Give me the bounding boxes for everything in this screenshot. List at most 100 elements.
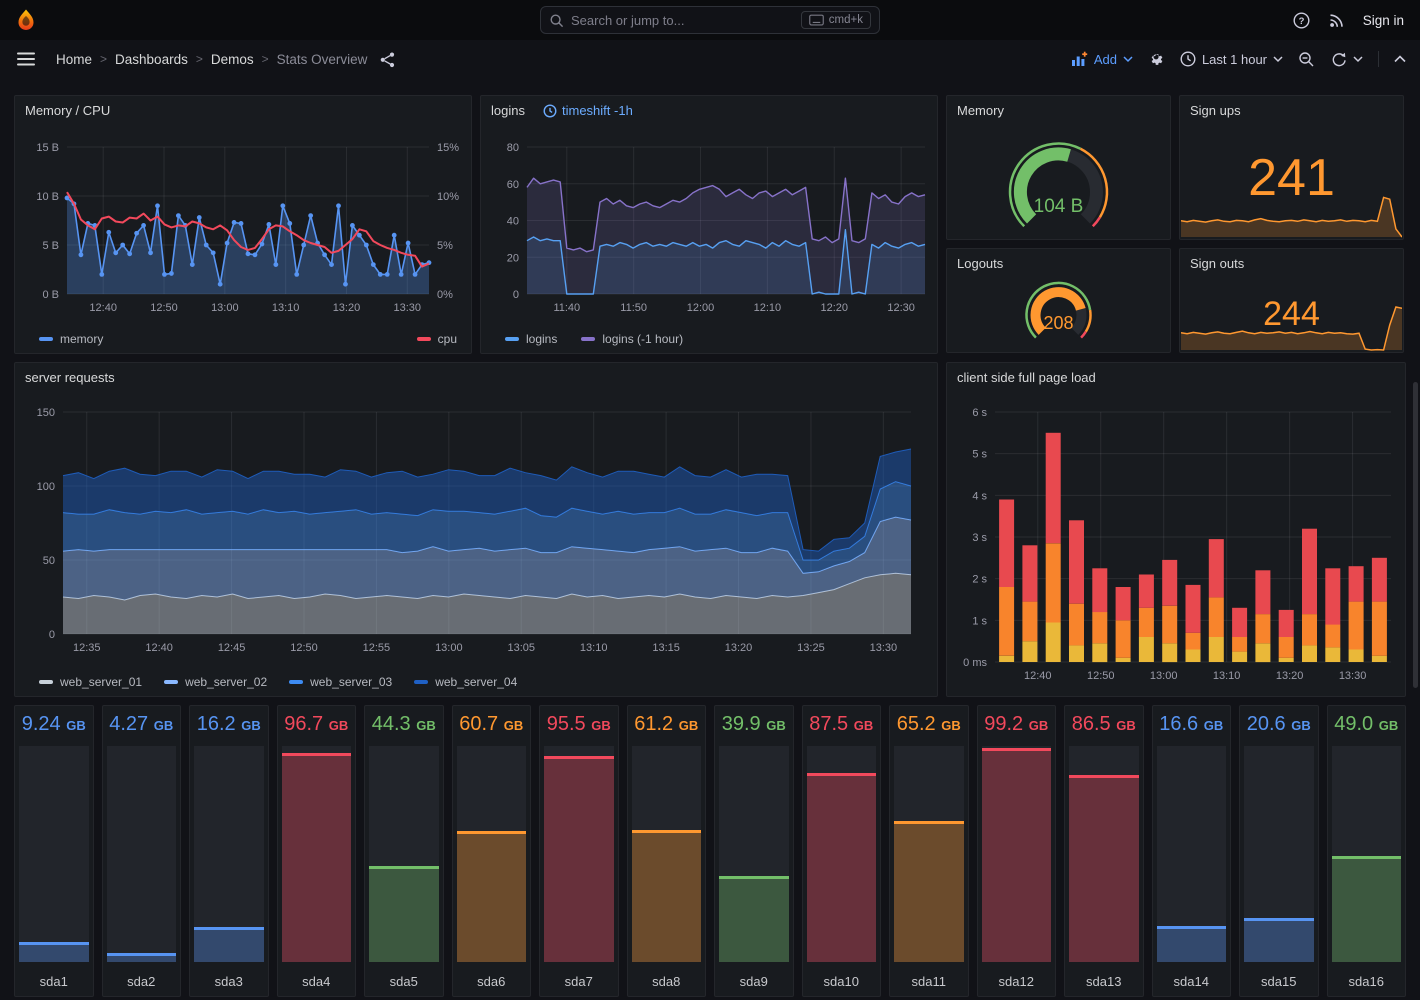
disk-bar-track[interactable] xyxy=(982,746,1052,962)
disk-bar-track[interactable] xyxy=(632,746,702,962)
svg-text:5 s: 5 s xyxy=(972,449,987,461)
disk-bar-cap xyxy=(1332,856,1402,859)
disk-label: sda2 xyxy=(103,974,181,989)
panel-title[interactable]: logins xyxy=(491,103,525,118)
panel-page-load: client side full page load 6 s5 s4 s3 s2… xyxy=(946,362,1406,697)
legend-item-logins[interactable]: logins xyxy=(505,332,557,346)
disk-bar-cap xyxy=(544,756,614,759)
breadcrumb: Home > Dashboards > Demos > Stats Overvi… xyxy=(56,52,367,67)
dashboard-settings-button[interactable] xyxy=(1148,51,1165,68)
legend-item-memory[interactable]: memory xyxy=(39,332,103,346)
disk-bar-track[interactable] xyxy=(719,746,789,962)
grafana-logo[interactable] xyxy=(14,8,38,32)
svg-text:12:40: 12:40 xyxy=(89,302,117,314)
zoom-out-button[interactable] xyxy=(1298,51,1315,68)
legend-item-web_server_04[interactable]: web_server_04 xyxy=(414,675,517,689)
kiosk-mode-button[interactable] xyxy=(1394,55,1406,63)
disk-bar-track[interactable] xyxy=(1244,746,1314,962)
legend-item-web_server_02[interactable]: web_server_02 xyxy=(164,675,267,689)
disk-panel-sda13: 86.5 GBsda13 xyxy=(1064,705,1144,997)
add-button[interactable]: Add xyxy=(1071,51,1133,67)
legend-item-cpu[interactable]: cpu xyxy=(417,332,457,346)
stat-value: 241 xyxy=(1180,152,1403,204)
panel-title[interactable]: Sign outs xyxy=(1190,256,1244,271)
disk-bar-track[interactable] xyxy=(282,746,352,962)
page-load-chart[interactable]: 6 s5 s4 s3 s2 s1 s0 ms12:4012:5013:0013:… xyxy=(947,363,1405,696)
disk-value: 65.2 GB xyxy=(890,713,968,736)
panel-server-requests: server requests 15010050012:3512:4012:45… xyxy=(14,362,938,697)
disk-bar-track[interactable] xyxy=(369,746,439,962)
sign-in-link[interactable]: Sign in xyxy=(1363,13,1404,28)
svg-text:13:30: 13:30 xyxy=(870,642,898,654)
svg-text:12:40: 12:40 xyxy=(145,642,173,654)
svg-text:100: 100 xyxy=(37,481,55,493)
disk-bar-track[interactable] xyxy=(894,746,964,962)
legend-label: web_server_04 xyxy=(435,675,517,689)
svg-text:13:00: 13:00 xyxy=(1150,670,1178,682)
svg-text:13:15: 13:15 xyxy=(652,642,680,654)
disk-bar-track[interactable] xyxy=(1157,746,1227,962)
disk-label: sda8 xyxy=(628,974,706,989)
svg-text:12:40: 12:40 xyxy=(1024,670,1052,682)
legend-swatch xyxy=(39,680,53,684)
timeshift-badge[interactable]: timeshift -1h xyxy=(543,103,633,118)
breadcrumb-home[interactable]: Home xyxy=(56,52,92,67)
memory-cpu-chart[interactable]: 15 B15%10 B10%5 B5%0 B0%12:4012:5013:001… xyxy=(15,96,471,321)
search-input[interactable]: Search or jump to... cmd+k xyxy=(540,6,880,34)
chevron-down-icon xyxy=(1123,56,1133,63)
panel-title[interactable]: server requests xyxy=(25,370,115,385)
disk-bar-track[interactable] xyxy=(194,746,264,962)
svg-text:6 s: 6 s xyxy=(972,407,987,419)
disk-label: sda14 xyxy=(1153,974,1231,989)
svg-text:0 ms: 0 ms xyxy=(963,657,987,669)
topnav-actions: ? Sign in xyxy=(1293,0,1404,40)
panel-memory-cpu: Memory / CPU 15 B15%10 B10%5 B5%0 B0%12:… xyxy=(14,95,472,354)
gauge-value: 208 xyxy=(947,313,1170,334)
breadcrumb-demos[interactable]: Demos xyxy=(211,52,254,67)
breadcrumb-separator: > xyxy=(196,52,203,66)
share-button[interactable] xyxy=(379,51,396,68)
breadcrumb-dashboards[interactable]: Dashboards xyxy=(115,52,188,67)
gear-icon xyxy=(1148,51,1165,68)
disk-panel-sda2: 4.27 GBsda2 xyxy=(102,705,182,997)
help-button[interactable]: ? xyxy=(1293,12,1310,29)
disk-bar-track[interactable] xyxy=(1069,746,1139,962)
legend-swatch xyxy=(505,337,519,341)
legend-item-logins (-1 hour)[interactable]: logins (-1 hour) xyxy=(581,332,683,346)
disk-bar-track[interactable] xyxy=(107,746,177,962)
news-button[interactable] xyxy=(1328,12,1345,29)
chevron-down-icon xyxy=(1273,56,1283,63)
disk-label: sda12 xyxy=(978,974,1056,989)
disk-bar-track[interactable] xyxy=(19,746,89,962)
disk-bar-track[interactable] xyxy=(457,746,527,962)
keyboard-icon xyxy=(809,14,824,26)
shortcut-badge: cmd+k xyxy=(801,11,871,29)
panel-title[interactable]: Logouts xyxy=(957,256,1003,271)
disk-bar-cap xyxy=(282,753,352,756)
time-range-picker[interactable]: Last 1 hour xyxy=(1180,51,1283,67)
server-requests-chart[interactable]: 15010050012:3512:4012:4512:5012:5513:001… xyxy=(15,363,937,663)
svg-text:13:05: 13:05 xyxy=(507,642,535,654)
svg-text:0%: 0% xyxy=(437,289,453,301)
menu-toggle-button[interactable] xyxy=(16,51,36,67)
panel-title[interactable]: client side full page load xyxy=(957,370,1096,385)
disk-bar-fill xyxy=(1069,775,1139,962)
panel-title[interactable]: Memory xyxy=(957,103,1004,118)
svg-text:15%: 15% xyxy=(437,142,459,154)
logins-chart[interactable]: 80604020011:4011:5012:0012:1012:2012:30 xyxy=(481,96,937,321)
top-nav: Search or jump to... cmd+k ? xyxy=(0,0,1420,40)
panel-title[interactable]: Memory / CPU xyxy=(25,103,110,118)
refresh-button[interactable] xyxy=(1330,51,1363,68)
legend-item-web_server_03[interactable]: web_server_03 xyxy=(289,675,392,689)
panel-title[interactable]: Sign ups xyxy=(1190,103,1241,118)
legend-item-web_server_01[interactable]: web_server_01 xyxy=(39,675,142,689)
disk-bar-track[interactable] xyxy=(807,746,877,962)
disk-label: sda10 xyxy=(803,974,881,989)
svg-text:50: 50 xyxy=(43,555,55,567)
disk-bar-track[interactable] xyxy=(544,746,614,962)
disk-bar-track[interactable] xyxy=(1332,746,1402,962)
svg-text:60: 60 xyxy=(507,179,519,191)
scrollbar[interactable] xyxy=(1413,382,1418,688)
breadcrumb-separator: > xyxy=(100,52,107,66)
share-icon xyxy=(379,51,396,68)
